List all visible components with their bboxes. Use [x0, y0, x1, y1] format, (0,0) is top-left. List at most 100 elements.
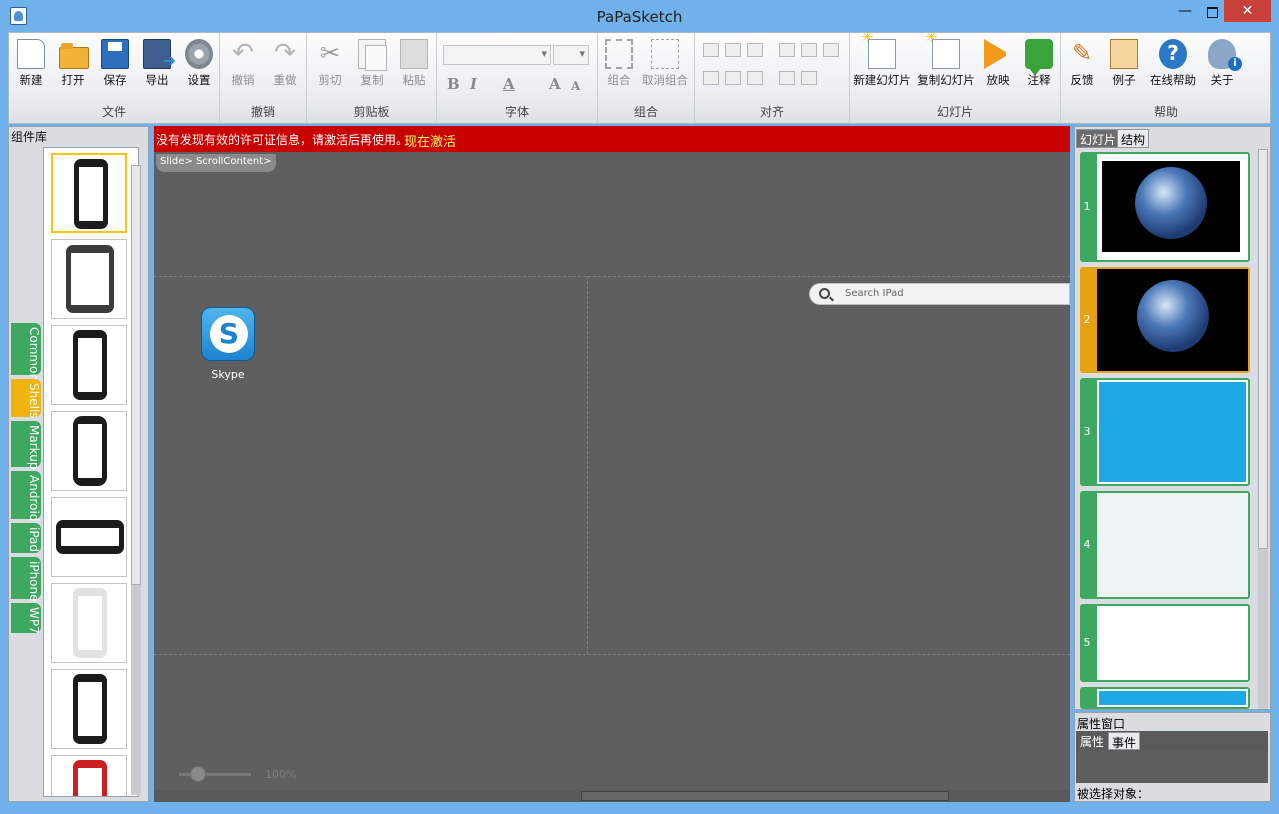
search-placeholder: Search IPad — [845, 288, 904, 299]
align-top-icon[interactable] — [703, 71, 719, 85]
undo-label: 撤销 — [231, 73, 255, 87]
shell-wireframe-phone[interactable] — [51, 583, 127, 663]
tab-iphone[interactable]: iPhone — [11, 557, 41, 602]
red-phone-icon — [73, 760, 107, 796]
tab-properties[interactable]: 属性 — [1077, 732, 1107, 750]
paste-button[interactable]: 粘贴 — [399, 39, 429, 88]
italic-button[interactable]: I — [470, 75, 477, 93]
cut-button[interactable]: ✂ 剪切 — [315, 39, 345, 88]
about-label: 关于 — [1210, 73, 1234, 87]
shrink-font-button[interactable]: A — [571, 79, 580, 93]
grow-font-button[interactable]: A — [549, 75, 561, 93]
minimize-button[interactable]: — — [1172, 0, 1198, 24]
tab-ipad[interactable]: iPad — [11, 523, 41, 553]
align-bottom-icon[interactable] — [747, 71, 763, 85]
activate-now-link[interactable]: 现在激活 — [404, 131, 456, 150]
slide-thumb-5[interactable]: 5 — [1080, 604, 1250, 682]
align-right-icon[interactable] — [747, 43, 763, 57]
slide-preview — [1097, 269, 1248, 371]
slide-number: 5 — [1083, 636, 1091, 649]
new-button[interactable]: 新建 — [15, 39, 47, 88]
maximize-button[interactable] — [1198, 0, 1224, 24]
tab-structure[interactable]: 结构 — [1117, 129, 1150, 148]
skype-logo-icon: S — [210, 315, 248, 353]
distribute-h-icon[interactable] — [779, 43, 795, 57]
shell-iphone[interactable] — [51, 411, 127, 491]
ungroup-button[interactable]: 取消组合 — [640, 39, 690, 88]
play-button[interactable]: 放映 — [984, 39, 1012, 88]
export-button[interactable]: 导出 — [141, 39, 176, 88]
slide-thumb-4[interactable]: 4 — [1080, 491, 1250, 599]
bold-button[interactable]: B — [447, 75, 460, 93]
slide-number: 4 — [1083, 538, 1091, 551]
library-scrollbar-thumb[interactable] — [131, 165, 141, 585]
note-button[interactable]: 注释 — [1024, 39, 1054, 88]
play-label: 放映 — [986, 73, 1010, 87]
search-icon — [819, 288, 830, 299]
feedback-button[interactable]: ✎ 反馈 — [1067, 39, 1097, 88]
gear-icon — [185, 39, 213, 69]
new-slide-icon — [861, 28, 896, 69]
guide-line-top — [154, 276, 1070, 277]
same-width-icon[interactable] — [779, 71, 795, 85]
open-button[interactable]: 打开 — [57, 39, 89, 88]
same-height-icon[interactable] — [801, 71, 817, 85]
copy-slide-button[interactable]: 复制幻灯片 — [916, 28, 976, 88]
online-help-label: 在线帮助 — [1150, 73, 1196, 87]
slide-thumb-6[interactable] — [1080, 687, 1250, 709]
shell-tablet[interactable] — [51, 239, 127, 319]
copy-slide-icon — [925, 28, 960, 69]
shell-phone-3[interactable] — [51, 669, 127, 749]
tab-markup[interactable]: Markup — [11, 421, 41, 469]
shell-red-phone[interactable] — [51, 755, 127, 796]
tab-shells[interactable]: Shells — [11, 379, 41, 419]
slide-thumb-2[interactable]: 2 — [1080, 267, 1250, 373]
online-help-button[interactable]: ? 在线帮助 — [1149, 39, 1197, 88]
font-color-button[interactable]: A — [503, 75, 515, 93]
shell-phone-2[interactable] — [51, 325, 127, 405]
tab-events[interactable]: 事件 — [1108, 732, 1141, 750]
skype-app-icon[interactable]: S — [201, 307, 255, 361]
shell-iphone-landscape[interactable] — [51, 497, 127, 577]
properties-body — [1076, 751, 1268, 783]
help-icon: ? — [1159, 39, 1187, 69]
undo-button[interactable]: ↶ 撤销 — [228, 39, 258, 88]
copy-button[interactable]: 复制 — [357, 39, 387, 88]
tab-common[interactable]: Common — [11, 323, 41, 381]
same-size-icon[interactable] — [823, 43, 839, 57]
paste-icon — [400, 39, 428, 69]
tab-android[interactable]: Android — [11, 471, 41, 521]
font-size-select[interactable] — [553, 45, 589, 65]
align-middle-icon[interactable] — [725, 71, 741, 85]
close-button[interactable]: ✕ — [1224, 0, 1271, 22]
design-canvas[interactable]: 没有发现有效的许可证信息，请激活后再使用。 现在激活 Slide> Scroll… — [154, 126, 1070, 802]
new-slide-button[interactable]: 新建幻灯片 — [852, 28, 912, 88]
save-button[interactable]: 保存 — [99, 39, 131, 88]
search-ipad-field[interactable]: Search IPad — [809, 283, 1070, 305]
canvas-hscroll-thumb[interactable] — [581, 791, 949, 801]
tab-slides[interactable]: 幻灯片 — [1076, 129, 1121, 148]
distribute-v-icon[interactable] — [801, 43, 817, 57]
slide-thumb-3[interactable]: 3 — [1080, 378, 1250, 486]
app-window: PaPaSketch — ✕ 新建 打开 保存 导出 设置 文件 ↶ 撤销 ↷ 重做… — [0, 0, 1279, 814]
redo-button[interactable]: ↷ 重做 — [270, 39, 300, 88]
settings-button[interactable]: 设置 — [183, 39, 215, 88]
shell-android-phone[interactable] — [51, 153, 127, 233]
align-left-icon[interactable] — [703, 43, 719, 57]
breadcrumb[interactable]: Slide> ScrollContent> — [156, 154, 276, 172]
tab-wp7[interactable]: WP7 — [11, 603, 41, 634]
slide-preview — [1097, 606, 1248, 680]
play-icon — [984, 39, 1012, 69]
font-family-select[interactable] — [443, 45, 551, 65]
align-center-icon[interactable] — [725, 43, 741, 57]
save-icon — [101, 39, 129, 69]
about-button[interactable]: 关于 — [1207, 39, 1242, 88]
zoom-slider-handle[interactable] — [190, 766, 206, 782]
examples-button[interactable]: 例子 — [1109, 39, 1139, 88]
new-slide-label: 新建幻灯片 — [853, 73, 911, 87]
slides-scrollbar-thumb[interactable] — [1258, 149, 1268, 549]
slide-thumb-1[interactable]: 1 — [1080, 152, 1250, 262]
ungroup-icon — [651, 39, 679, 69]
group-button[interactable]: 组合 — [604, 39, 634, 88]
font-group-label: 字体 — [504, 105, 529, 119]
